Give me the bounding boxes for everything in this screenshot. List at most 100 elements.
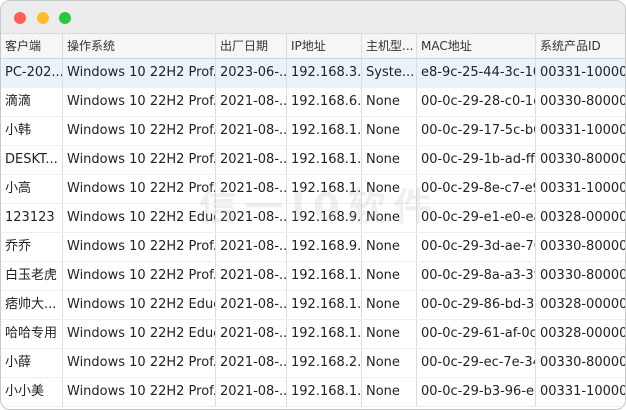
- table-cell: 192.168.1....: [287, 291, 362, 319]
- table-row[interactable]: DESKT... Windows 10 22H2 Prof... 2021-08-.…: [1, 146, 625, 175]
- column-header-host-model[interactable]: 主机型...: [362, 34, 417, 58]
- table-cell: 2021-08-...: [216, 117, 287, 145]
- table-row[interactable]: 小高 Windows 10 22H2 Prof... 2021-08-... 192.…: [1, 175, 625, 204]
- table-cell: 小韩: [1, 117, 63, 145]
- table-cell: 00330-80000...: [540, 355, 625, 370]
- table-cell: 小薛: [1, 349, 63, 377]
- table-cell: 192.168.3....: [287, 59, 362, 87]
- table-cell: 123123: [1, 204, 63, 232]
- table-cell: 00-0c-29-61-af-0c: [417, 320, 536, 348]
- table-cell: 192.168.1....: [287, 146, 362, 174]
- table-cell: 192.168.9....: [287, 233, 362, 261]
- table-row[interactable]: 白玉老虎 Windows 10 22H2 Prof... 2021-08-... 19…: [1, 262, 625, 291]
- table-cell: 192.168.1....: [287, 175, 362, 203]
- table-cell: None: [362, 378, 417, 406]
- table-cell: 00-0c-29-28-c0-1c: [417, 88, 536, 116]
- column-header-client[interactable]: 客户端: [1, 34, 63, 58]
- table-cell: 2021-08-...: [216, 233, 287, 261]
- table-cell: None: [362, 146, 417, 174]
- column-header-mac[interactable]: MAC地址: [417, 34, 536, 58]
- table-cell: None: [362, 88, 417, 116]
- table-cell: 192.168.6....: [287, 88, 362, 116]
- table-cell: 192.168.1....: [287, 262, 362, 290]
- table-cell: 小高: [1, 175, 63, 203]
- table-row[interactable]: 123123Windows 10 22H2 Educ...2021-08-...…: [1, 204, 625, 233]
- table-cell: 乔乔: [1, 233, 63, 261]
- table-cell: 2021-08-...: [216, 291, 287, 319]
- table-cell: 2021-08-...: [216, 262, 287, 290]
- table-cell: 痞帅大...: [1, 291, 63, 319]
- column-header-os[interactable]: 操作系统: [63, 34, 216, 58]
- table-cell: 00-0c-29-86-bd-36: [417, 291, 536, 319]
- table-cell: 哈哈专用: [1, 320, 63, 348]
- table-cell: 00330-80000...: [540, 268, 625, 283]
- table-row[interactable]: PC-202... Windows 10 22H2 Prof... 2023-06-…: [1, 59, 625, 88]
- table-body: PC-202... Windows 10 22H2 Prof... 2023-06-…: [1, 59, 625, 407]
- table-cell: 00-0c-29-1b-ad-ff: [417, 146, 536, 174]
- table-cell: Windows 10 22H2 Prof...: [63, 117, 216, 145]
- table-cell: 00331-10000...: [540, 123, 625, 138]
- table-cell: e8-9c-25-44-3c-10: [417, 59, 536, 87]
- table-row[interactable]: 乔乔 Windows 10 22H2 Prof... 2021-08-... 192.…: [1, 233, 625, 262]
- table-cell: 00-0c-29-b3-96-e0: [417, 378, 536, 406]
- table-cell: 滴滴: [1, 88, 63, 116]
- table-cell: Windows 10 22H2 Prof...: [63, 233, 216, 261]
- table-cell: 192.168.1....: [287, 378, 362, 406]
- maximize-button[interactable]: [59, 12, 71, 24]
- table-cell: Windows 10 22H2 Educ...: [63, 204, 216, 232]
- column-header-ip[interactable]: IP地址: [287, 34, 362, 58]
- table-cell: 00-0c-29-3d-ae-70: [417, 233, 536, 261]
- table-cell: Windows 10 22H2 Prof...: [63, 146, 216, 174]
- table-row[interactable]: 哈哈专用Windows 10 22H2 Educ...2021-08-...19…: [1, 320, 625, 349]
- table-cell: 00-0c-29-17-5c-b6: [417, 117, 536, 145]
- table-cell: Windows 10 22H2 Prof...: [63, 378, 216, 406]
- table-cell: Windows 10 22H2 Prof...: [63, 88, 216, 116]
- column-header-product-id[interactable]: 系统产品ID: [536, 34, 625, 58]
- table-cell: 00328-00000...: [540, 210, 625, 225]
- table-cell: Windows 10 22H2 Prof...: [63, 349, 216, 377]
- table-cell: 192.168.9....: [287, 204, 362, 232]
- table-cell: 00330-80000...: [540, 152, 625, 167]
- table-header: 客户端 操作系统 出厂日期 IP地址 主机型... MAC地址 系统产品ID: [1, 34, 625, 59]
- app-window: 客户端 操作系统 出厂日期 IP地址 主机型... MAC地址 系统产品ID P…: [0, 0, 626, 410]
- table-cell: 192.168.2....: [287, 349, 362, 377]
- table-cell: Windows 10 22H2 Educ...: [63, 291, 216, 319]
- client-table: 客户端 操作系统 出厂日期 IP地址 主机型... MAC地址 系统产品ID P…: [1, 34, 625, 409]
- table-cell: None: [362, 349, 417, 377]
- table-cell: 00330-80000...: [540, 239, 625, 254]
- table-row[interactable]: 滴滴 Windows 10 22H2 Prof... 2021-08-... 192.…: [1, 88, 625, 117]
- table-cell: None: [362, 291, 417, 319]
- table-row[interactable]: 小薛 Windows 10 22H2 Prof... 2021-08-... 192.…: [1, 349, 625, 378]
- table-cell: None: [362, 204, 417, 232]
- table-cell: 00328-00000...: [540, 326, 625, 341]
- column-header-factory-date[interactable]: 出厂日期: [216, 34, 287, 58]
- table-cell: 2021-08-...: [216, 378, 287, 406]
- table-cell: 2021-08-...: [216, 349, 287, 377]
- table-cell: Windows 10 22H2 Educ...: [63, 320, 216, 348]
- table-cell: Syste...: [362, 59, 417, 87]
- table-row[interactable]: 小韩 Windows 10 22H2 Prof... 2021-08-... 192.…: [1, 117, 625, 146]
- table-cell: None: [362, 175, 417, 203]
- table-cell: None: [362, 262, 417, 290]
- close-button[interactable]: [14, 12, 26, 24]
- table-cell: Windows 10 22H2 Prof...: [63, 262, 216, 290]
- table-cell: Windows 10 22H2 Prof...: [63, 175, 216, 203]
- table-cell: None: [362, 320, 417, 348]
- table-cell: 2021-08-...: [216, 204, 287, 232]
- table-cell: 2021-08-...: [216, 320, 287, 348]
- table-cell: 00331-10000...: [540, 181, 625, 196]
- table-cell: 00-0c-29-e1-e0-ea: [417, 204, 536, 232]
- table-cell: DESKT...: [1, 146, 63, 174]
- table-cell: 2021-08-...: [216, 175, 287, 203]
- table-cell: 白玉老虎: [1, 262, 63, 290]
- table-cell: 00330-80000...: [540, 94, 625, 109]
- minimize-button[interactable]: [37, 12, 49, 24]
- table-row[interactable]: 小小美 Windows 10 22H2 Prof... 2021-08-... 192…: [1, 378, 625, 407]
- table-cell: 00331-10000...: [540, 65, 625, 80]
- table-cell: None: [362, 233, 417, 261]
- table-cell: Windows 10 22H2 Prof...: [63, 59, 216, 87]
- table-cell: 2021-08-...: [216, 88, 287, 116]
- table-cell: 00-0c-29-8e-c7-e9: [417, 175, 536, 203]
- table-cell: 192.168.1....: [287, 320, 362, 348]
- table-row[interactable]: 痞帅大...Windows 10 22H2 Educ...2021-08-...…: [1, 291, 625, 320]
